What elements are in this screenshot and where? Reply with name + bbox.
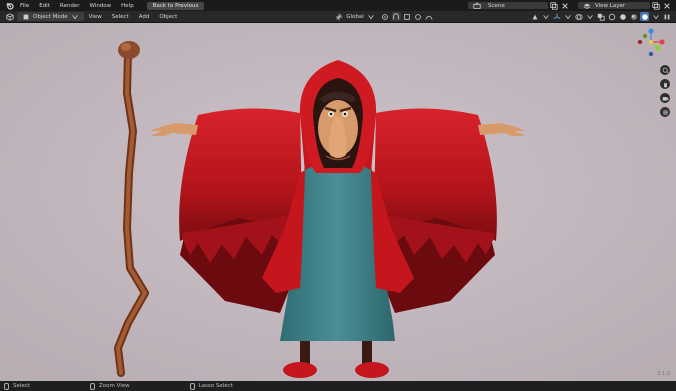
top-bar: File Edit Render Window Help Back to Pre…: [0, 0, 676, 11]
mode-label: Object Mode: [33, 13, 68, 20]
falloff-icon[interactable]: [425, 12, 434, 21]
rendered-character-scene: [0, 23, 676, 381]
scene-copy-icon[interactable]: [549, 1, 558, 10]
view-layer-remove-icon[interactable]: [662, 1, 671, 10]
menu-select[interactable]: Select: [107, 14, 134, 20]
hand-icon: [663, 81, 667, 87]
snap-icon[interactable]: [391, 12, 401, 21]
perspective-toggle-button[interactable]: [660, 107, 670, 117]
chevron-down-icon: [367, 12, 376, 21]
scene-selector[interactable]: Scene: [468, 1, 548, 10]
view-layer-name: View Layer: [595, 2, 626, 9]
scene-name: Scene: [488, 2, 505, 9]
camera-icon: [662, 96, 668, 101]
chevron-down-icon: [71, 12, 80, 21]
shading-material-icon[interactable]: [629, 12, 638, 21]
grid-icon: [662, 109, 668, 115]
proportional-editing-icon[interactable]: [414, 12, 423, 21]
object-mode-icon: [21, 12, 30, 21]
view-layer-icon: [582, 1, 591, 10]
mouse-middle-icon: [89, 382, 95, 390]
status-bar: Select Zoom View Lasso Select: [0, 381, 676, 391]
right-shoe: [355, 362, 389, 378]
menu-view[interactable]: View: [84, 14, 107, 20]
navigation-gizmo[interactable]: [636, 27, 666, 57]
mode-selector[interactable]: Object Mode: [17, 12, 84, 21]
status-lasso-select: Lasso Select: [189, 382, 233, 390]
blender-logo-icon[interactable]: [5, 1, 14, 10]
shading-wireframe-icon[interactable]: [607, 12, 616, 21]
neg-y-axis-handle[interactable]: [642, 33, 648, 39]
status-zoom-view: Zoom View: [89, 382, 130, 390]
shading-solid-icon[interactable]: [618, 12, 627, 21]
menu-edit[interactable]: Edit: [34, 3, 55, 9]
right-leg: [362, 341, 372, 365]
left-leg: [300, 341, 310, 365]
pan-view-button[interactable]: [660, 79, 670, 89]
x-axis-handle[interactable]: [659, 39, 665, 45]
status-select: Select: [4, 382, 30, 390]
menu-window[interactable]: Window: [84, 3, 116, 9]
chevron-down-icon: [585, 12, 594, 21]
visibility-selector-icon[interactable]: [530, 12, 539, 21]
neg-x-axis-handle[interactable]: [637, 39, 643, 45]
zoom-icon: [662, 67, 669, 74]
shading-rendered-icon[interactable]: [640, 12, 649, 21]
chevron-down-icon: [563, 12, 572, 21]
z-axis-handle[interactable]: [648, 28, 654, 34]
zoom-view-button[interactable]: [660, 65, 670, 75]
view-layer-selector[interactable]: View Layer: [578, 2, 650, 9]
status-zoom-view-label: Zoom View: [98, 383, 130, 389]
shading-options-icon[interactable]: [651, 12, 660, 21]
neg-z-axis-handle[interactable]: [648, 51, 654, 57]
orientation-label: Global: [346, 13, 364, 20]
back-to-previous-button[interactable]: Back to Previous: [146, 1, 205, 10]
menu-add[interactable]: Add: [134, 14, 155, 20]
status-select-label: Select: [13, 383, 30, 389]
viewport-header: Object Mode View Select Add Object Globa…: [0, 11, 676, 23]
y-axis-handle[interactable]: [655, 45, 661, 51]
menu-help[interactable]: Help: [116, 3, 139, 9]
xray-icon[interactable]: [596, 12, 605, 21]
pivot-point-icon[interactable]: [381, 12, 390, 21]
camera-view-button[interactable]: [660, 93, 670, 103]
scene-remove-icon[interactable]: [560, 1, 569, 10]
mouse-right-icon: [189, 382, 195, 390]
snap-target-icon[interactable]: [403, 12, 412, 21]
left-shoe: [283, 362, 317, 378]
orientation-global-icon: [334, 12, 343, 21]
overlays-icon[interactable]: [574, 12, 583, 21]
editor-type-icon[interactable]: [5, 12, 14, 21]
mouse-left-icon: [4, 382, 9, 390]
view-layer-copy-icon[interactable]: [651, 1, 660, 10]
chevron-down-icon: [541, 12, 550, 21]
menu-object[interactable]: Object: [154, 14, 182, 20]
3d-viewport[interactable]: 3.1.0: [0, 23, 676, 381]
transform-orientation-selector[interactable]: Global: [330, 12, 380, 21]
scene-icon: [472, 1, 481, 10]
pause-render-icon[interactable]: [662, 12, 671, 21]
version-label: 3.1.0: [657, 371, 670, 377]
menu-render[interactable]: Render: [55, 3, 85, 9]
status-lasso-select-label: Lasso Select: [198, 383, 233, 389]
menu-file[interactable]: File: [15, 3, 34, 9]
viewport-gizmos-icon[interactable]: [552, 12, 561, 21]
